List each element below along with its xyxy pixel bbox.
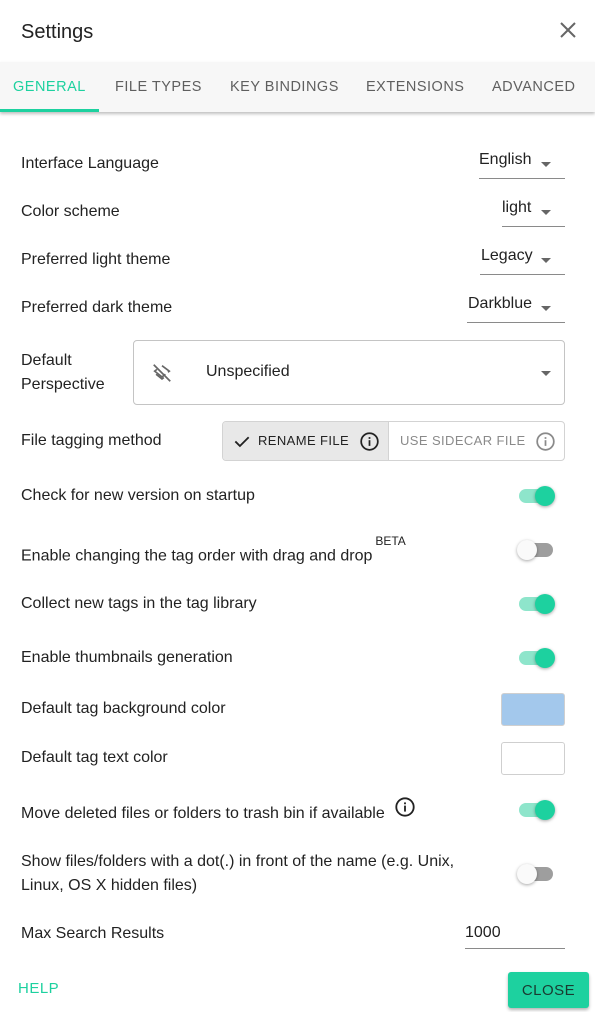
tag-bg-color-label: Default tag background color <box>21 700 226 717</box>
hidden-files-label-line1: Show files/folders with a dot(.) in fron… <box>21 853 455 870</box>
thumbnails-toggle[interactable] <box>517 647 555 669</box>
tab-key-bindings[interactable]: KEY BINDINGS <box>230 62 339 112</box>
dropdown-arrow-icon <box>541 162 551 167</box>
default-perspective-label-line2: Perspective <box>21 376 105 393</box>
info-icon[interactable] <box>394 796 416 818</box>
dropdown-arrow-icon <box>541 258 551 263</box>
tag-text-color-swatch[interactable] <box>501 742 565 775</box>
dialog-title: Settings <box>21 21 94 43</box>
tab-extensions[interactable]: EXTENSIONS <box>366 62 464 112</box>
tab-file-types[interactable]: FILE TYPES <box>115 62 202 112</box>
default-perspective-label-line1: Default <box>21 352 72 369</box>
max-search-label: Max Search Results <box>21 925 165 942</box>
color-scheme-select[interactable]: light <box>502 197 565 227</box>
toggle-thumb <box>535 486 555 506</box>
use-sidecar-file-option[interactable]: USE SIDECAR FILE <box>389 422 564 460</box>
rename-file-label: RENAME FILE <box>258 433 350 448</box>
toggle-thumb <box>517 864 537 884</box>
hidden-files-toggle[interactable] <box>517 863 555 885</box>
drag-drop-label: Enable changing the tag order with drag … <box>21 534 406 568</box>
tag-bg-color-swatch[interactable] <box>501 693 565 726</box>
light-theme-label: Preferred light theme <box>21 251 171 268</box>
drag-drop-toggle[interactable] <box>517 539 555 561</box>
interface-language-label: Interface Language <box>21 155 159 172</box>
toggle-thumb <box>535 800 555 820</box>
info-icon[interactable] <box>359 431 380 452</box>
max-search-value: 1000 <box>465 924 501 941</box>
active-tab-indicator <box>0 109 99 112</box>
dropdown-arrow-icon <box>541 371 551 376</box>
toggle-thumb <box>535 594 555 614</box>
default-perspective-select[interactable]: Unspecified <box>133 340 565 405</box>
interface-language-select[interactable]: English <box>479 149 565 179</box>
help-button[interactable]: HELP <box>18 980 59 997</box>
dark-theme-select[interactable]: Darkblue <box>467 293 565 323</box>
drag-drop-label-text: Enable changing the tag order with drag … <box>21 547 373 565</box>
check-version-toggle[interactable] <box>517 485 555 507</box>
layers-off-icon <box>153 364 171 382</box>
max-search-input[interactable]: 1000 <box>465 919 565 949</box>
tab-bar: GENERAL FILE TYPES KEY BINDINGS EXTENSIO… <box>0 62 595 112</box>
color-scheme-value: light <box>502 199 532 216</box>
hidden-files-label: Show files/folders with a dot(.) in fron… <box>21 850 454 898</box>
toggle-thumb <box>517 540 537 560</box>
tab-advanced[interactable]: ADVANCED <box>492 62 576 112</box>
toggle-thumb <box>535 648 555 668</box>
dark-theme-value: Darkblue <box>468 295 533 312</box>
dark-theme-label: Preferred dark theme <box>21 299 173 316</box>
trash-bin-toggle[interactable] <box>517 799 555 821</box>
hidden-files-label-line2: Linux, OS X hidden files) <box>21 877 198 894</box>
dropdown-arrow-icon <box>541 210 551 215</box>
close-button[interactable]: CLOSE <box>508 972 589 1008</box>
info-icon[interactable] <box>535 431 556 452</box>
tag-text-color-label: Default tag text color <box>21 749 168 766</box>
interface-language-value: English <box>479 151 532 168</box>
thumbnails-label: Enable thumbnails generation <box>21 649 233 666</box>
color-scheme-label: Color scheme <box>21 203 120 220</box>
tab-general[interactable]: GENERAL <box>13 62 86 112</box>
default-perspective-value: Unspecified <box>206 363 290 380</box>
light-theme-select[interactable]: Legacy <box>480 245 565 275</box>
collect-tags-toggle[interactable] <box>517 593 555 615</box>
dropdown-arrow-icon <box>541 306 551 311</box>
close-button-label: CLOSE <box>521 982 576 999</box>
trash-bin-label: Move deleted files or folders to trash b… <box>21 805 385 822</box>
check-version-label: Check for new version on startup <box>21 487 255 504</box>
collect-tags-label: Collect new tags in the tag library <box>21 595 257 612</box>
tagging-method-toggle-group: RENAME FILE USE SIDECAR FILE <box>222 421 565 461</box>
default-perspective-label: Default Perspective <box>21 349 105 397</box>
close-icon[interactable] <box>556 18 580 42</box>
rename-file-option[interactable]: RENAME FILE <box>223 422 389 460</box>
tagging-method-label: File tagging method <box>21 432 162 449</box>
light-theme-value: Legacy <box>481 247 533 264</box>
dialog-header: Settings <box>0 0 595 62</box>
beta-badge: BETA <box>375 534 406 548</box>
check-icon <box>234 436 250 448</box>
use-sidecar-file-label: USE SIDECAR FILE <box>400 433 526 448</box>
